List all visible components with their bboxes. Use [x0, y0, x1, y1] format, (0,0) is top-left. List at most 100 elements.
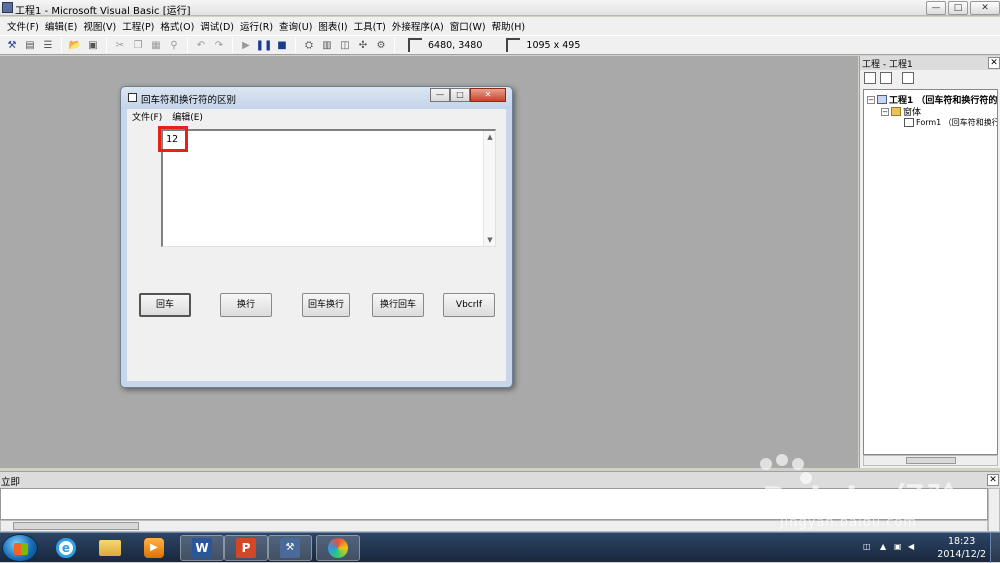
add-form-icon[interactable]: ▤	[22, 37, 38, 53]
project-icon	[877, 95, 887, 104]
position-icon	[408, 38, 422, 52]
vb-app-icon	[2, 2, 13, 13]
position-readout: 6480, 3480	[428, 39, 483, 51]
ime-icon[interactable]: ◫	[863, 542, 873, 552]
taskbar-vb6[interactable]: ⚒	[268, 535, 312, 561]
immediate-window-header: 立即 ✕	[0, 472, 1000, 488]
menu-tools[interactable]: 工具(T)	[351, 19, 389, 33]
windows-taskbar: e ▶ W P ⚒ ◫ ▲ ▣ ◀ 18:23 2014/12/2	[0, 532, 1000, 563]
redo-icon[interactable]: ↷	[211, 37, 227, 53]
taskbar-ie[interactable]: e	[44, 535, 88, 561]
toolbox-icon[interactable]: ⚙	[373, 37, 389, 53]
find-icon[interactable]: ⚲	[166, 37, 182, 53]
form-icon	[128, 93, 137, 102]
collapse-icon[interactable]: −	[867, 95, 875, 104]
immediate-vscrollbar[interactable]	[988, 488, 1000, 532]
properties-icon[interactable]: ▥	[319, 37, 335, 53]
menu-project[interactable]: 工程(P)	[119, 19, 157, 33]
show-desktop-button[interactable]	[990, 533, 1000, 563]
menu-file[interactable]: 文件(F)	[4, 19, 42, 33]
collapse-icon[interactable]: −	[881, 107, 889, 116]
clock-date: 2014/12/2	[937, 549, 986, 560]
form-title-bar[interactable]: 回车符和换行符的区别 — □ ✕	[121, 87, 512, 109]
form-title: 回车符和换行符的区别	[141, 95, 237, 106]
break-icon[interactable]: ❚❚	[256, 37, 273, 53]
menu-view[interactable]: 视图(V)	[80, 19, 119, 33]
scroll-up-arrow-icon[interactable]: ▲	[484, 131, 496, 143]
media-player-icon: ▶	[144, 538, 164, 558]
menu-format[interactable]: 格式(O)	[157, 19, 197, 33]
project-tree-hscrollbar[interactable]	[863, 455, 998, 466]
immediate-window: 立即 ✕	[0, 471, 1000, 532]
project-explorer-icon[interactable]: ⛭	[301, 37, 317, 53]
taskbar-media[interactable]: ▶	[132, 535, 176, 561]
scroll-down-arrow-icon[interactable]: ▼	[484, 234, 496, 246]
form-menu-file[interactable]: 文件(F)	[132, 110, 162, 123]
standard-toolbar: ⚒ ▤ ☰ 📂 ▣ ✂ ❐ ▦ ⚲ ↶ ↷ ▶ ❚❚ ■ ⛭ ▥ ◫ ✣ ⚙ 6…	[0, 35, 1000, 55]
menu-debug[interactable]: 调试(D)	[197, 19, 237, 33]
lf-button[interactable]: 换行	[220, 293, 272, 317]
folder-icon	[891, 107, 901, 116]
immediate-window-title: 立即	[1, 477, 21, 488]
scroll-thumb[interactable]	[13, 522, 139, 530]
menu-edit[interactable]: 编辑(E)	[42, 19, 80, 33]
cut-icon[interactable]: ✂	[112, 37, 128, 53]
open-icon[interactable]: 📂	[67, 37, 83, 53]
menu-editor-icon[interactable]: ☰	[40, 37, 56, 53]
undo-icon[interactable]: ↶	[193, 37, 209, 53]
save-icon[interactable]: ▣	[85, 37, 101, 53]
view-code-icon[interactable]	[864, 72, 876, 84]
form-close-button[interactable]: ✕	[470, 88, 506, 102]
output-textbox[interactable]: 12 ▲ ▼	[161, 129, 496, 247]
close-button[interactable]: ✕	[970, 1, 1000, 15]
copy-icon[interactable]: ❐	[130, 37, 146, 53]
toolbar-separator	[394, 37, 395, 53]
scroll-thumb[interactable]	[906, 457, 956, 464]
form-maximize-button[interactable]: □	[450, 88, 470, 102]
vbcrlf-button[interactable]: Vbcrlf	[443, 293, 495, 317]
menu-run[interactable]: 运行(R)	[237, 19, 276, 33]
tree-item-form1[interactable]: Form1 （回车符和换行	[904, 117, 997, 128]
immediate-input-area[interactable]	[0, 488, 988, 520]
end-icon[interactable]: ■	[274, 37, 290, 53]
textbox-scrollbar[interactable]: ▲ ▼	[483, 131, 495, 246]
toolbar-separator	[232, 37, 233, 53]
minimize-button[interactable]: —	[926, 1, 946, 15]
tray-expand-icon[interactable]: ▲	[880, 542, 890, 552]
taskbar-powerpoint[interactable]: P	[224, 535, 268, 561]
menu-diagram[interactable]: 图表(I)	[315, 19, 350, 33]
project-tree[interactable]: − 工程1 （回车符和换行符的 − 窗体 Form1 （回车符和换行	[863, 89, 998, 455]
menu-query[interactable]: 查询(U)	[276, 19, 315, 33]
menu-help[interactable]: 帮助(H)	[489, 19, 529, 33]
object-browser-icon[interactable]: ✣	[355, 37, 371, 53]
form-minimize-button[interactable]: —	[430, 88, 450, 102]
project-panel-header: 工程 - 工程1 ✕	[860, 56, 1000, 70]
menu-window[interactable]: 窗口(W)	[447, 19, 489, 33]
toggle-folders-icon[interactable]	[902, 72, 914, 84]
start-button[interactable]	[2, 534, 38, 562]
internet-explorer-icon: e	[56, 538, 76, 558]
maximize-button[interactable]: □	[948, 1, 968, 15]
form-layout-icon[interactable]: ◫	[337, 37, 353, 53]
immediate-close-icon[interactable]: ✕	[987, 474, 999, 486]
project-panel-close-icon[interactable]: ✕	[988, 57, 1000, 69]
cr-button[interactable]: 回车	[139, 293, 191, 317]
network-icon[interactable]: ▣	[894, 542, 904, 552]
visual-basic-icon: ⚒	[280, 538, 300, 558]
menu-addins[interactable]: 外接程序(A)	[389, 19, 447, 33]
paste-icon[interactable]: ▦	[148, 37, 164, 53]
form-menu-edit[interactable]: 编辑(E)	[172, 110, 203, 123]
add-project-icon[interactable]: ⚒	[4, 37, 20, 53]
view-object-icon[interactable]	[880, 72, 892, 84]
taskbar-paint[interactable]	[316, 535, 360, 561]
clock[interactable]: 18:23 2014/12/2	[937, 535, 986, 561]
lfcr-button[interactable]: 换行回车	[372, 293, 424, 317]
form1-window[interactable]: 回车符和换行符的区别 — □ ✕ 文件(F) 编辑(E) 12 ▲ ▼ 回车 换…	[120, 86, 513, 388]
red-highlight-annotation	[158, 126, 188, 152]
taskbar-word[interactable]: W	[180, 535, 224, 561]
start-icon[interactable]: ▶	[238, 37, 254, 53]
volume-icon[interactable]: ◀	[908, 542, 918, 552]
immediate-hscrollbar[interactable]	[0, 520, 988, 532]
crlf-button[interactable]: 回车换行	[302, 293, 350, 317]
taskbar-explorer[interactable]	[88, 535, 132, 561]
